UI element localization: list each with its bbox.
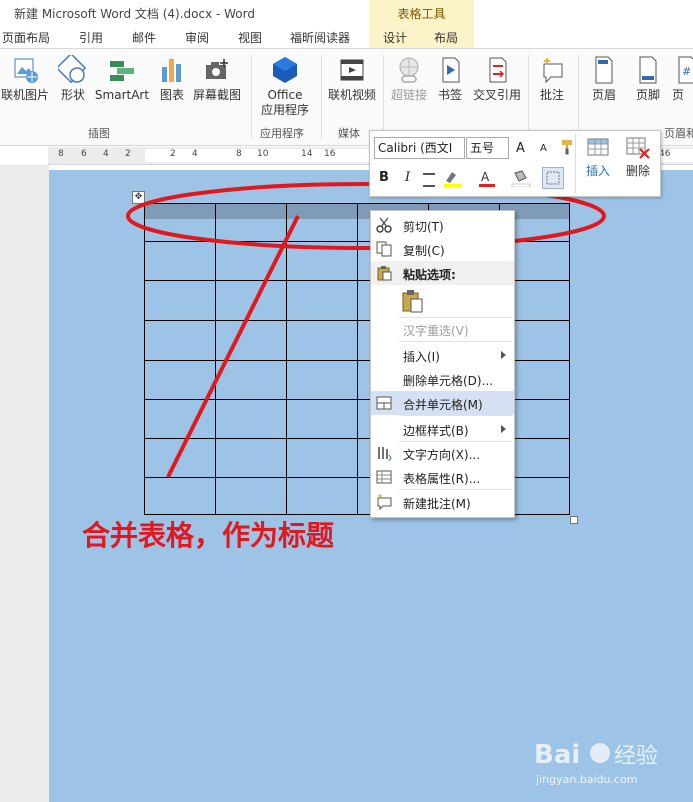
text-direction-icon xyxy=(376,445,392,462)
menu-section-paste-options: 粘贴选项: xyxy=(371,261,514,285)
table-properties-icon xyxy=(376,469,392,485)
shading-icon[interactable] xyxy=(510,169,532,188)
italic-icon[interactable]: I xyxy=(405,170,410,185)
baidu-jingyan-watermark: Bai 经验 jingyan.baidu.com xyxy=(530,733,690,793)
font-name-value: Calibri (西文I xyxy=(378,141,453,155)
submenu-arrow-icon xyxy=(501,351,506,359)
insert-label: 插入 xyxy=(585,164,610,178)
menu-item-insert[interactable]: 插入(I) xyxy=(371,343,514,367)
menu-item-reconvert[interactable]: 汉字重选(V) xyxy=(371,317,514,341)
delete-table-icon xyxy=(626,137,650,159)
menu-separator xyxy=(399,415,512,416)
font-size-value: 五号 xyxy=(470,141,495,155)
bold-icon[interactable]: B xyxy=(379,170,389,185)
submenu-arrow-icon xyxy=(501,425,506,433)
menu-item-label: 表格属性(R)... xyxy=(403,472,481,486)
menu-item-new-comment[interactable]: 新建批注(M) xyxy=(371,490,514,514)
menu-item-text-direction[interactable]: 文字方向(X)... xyxy=(371,441,514,465)
menu-item-label: 剪切(T) xyxy=(403,220,444,234)
highlight-color-icon[interactable] xyxy=(443,169,463,187)
menu-item-merge-cells[interactable]: 合并单元格(M) xyxy=(371,391,514,415)
font-name-box[interactable]: Calibri (西文I xyxy=(374,137,465,159)
new-comment-icon xyxy=(376,494,392,511)
align-center-icon[interactable] xyxy=(423,173,435,187)
menu-item-label: 粘贴选项: xyxy=(403,268,456,282)
menu-item-label: 文字方向(X)... xyxy=(403,448,481,462)
red-annotation-drawing xyxy=(126,182,606,478)
menu-item-label: 插入(I) xyxy=(403,350,440,364)
menu-item-label: 复制(C) xyxy=(403,244,445,258)
menu-item-label: 汉字重选(V) xyxy=(403,324,469,338)
format-painter-icon[interactable] xyxy=(558,139,574,155)
menu-item-copy[interactable]: 复制(C) xyxy=(371,237,514,261)
font-color-icon[interactable]: A xyxy=(478,169,496,187)
insert-table-icon xyxy=(587,138,609,156)
borders-icon[interactable] xyxy=(542,167,564,189)
menu-item-label: 删除单元格(D)... xyxy=(403,374,494,388)
paste-icon xyxy=(376,265,392,281)
menu-item-table-properties[interactable]: 表格属性(R)... xyxy=(371,465,514,489)
font-size-box[interactable]: 五号 xyxy=(466,137,509,159)
delete-table-button[interactable]: 删除 xyxy=(619,135,657,191)
menu-separator xyxy=(399,341,512,342)
menu-item-label: 新建批注(M) xyxy=(403,497,471,511)
mini-toolbar: Calibri (西文I 五号 A A B I A 插入 删除 xyxy=(369,130,661,197)
scissors-icon xyxy=(376,217,392,233)
paste-keep-formatting-icon[interactable] xyxy=(401,289,425,313)
watermark-url: jingyan.baidu.com xyxy=(536,773,638,786)
delete-label: 删除 xyxy=(625,164,650,178)
insert-table-button[interactable]: 插入 xyxy=(580,135,616,191)
svg-text:A: A xyxy=(481,170,490,184)
menu-item-label: 合并单元格(M) xyxy=(403,398,483,412)
pointer-line xyxy=(166,215,300,478)
menu-item-delete-cells[interactable]: 删除单元格(D)... xyxy=(371,367,514,391)
grow-font-icon[interactable]: A xyxy=(516,141,525,156)
menu-item-label: 边框样式(B) xyxy=(403,424,469,438)
menu-item-cut[interactable]: 剪切(T) xyxy=(371,213,514,237)
context-menu: 剪切(T) 复制(C) 粘贴选项: 汉字重选(V) 插入(I) 删除单元格(D)… xyxy=(370,210,515,518)
mini-toolbar-separator xyxy=(575,133,576,193)
menu-item-border-styles[interactable]: 边框样式(B) xyxy=(371,417,514,441)
merge-cells-icon xyxy=(376,395,392,411)
svg-text:Bai: Bai xyxy=(534,740,580,770)
annotation-caption: 合并表格，作为标题 xyxy=(82,519,335,552)
copy-icon xyxy=(376,241,392,257)
svg-text:经验: 经验 xyxy=(614,744,658,769)
shrink-font-icon[interactable]: A xyxy=(540,143,547,154)
